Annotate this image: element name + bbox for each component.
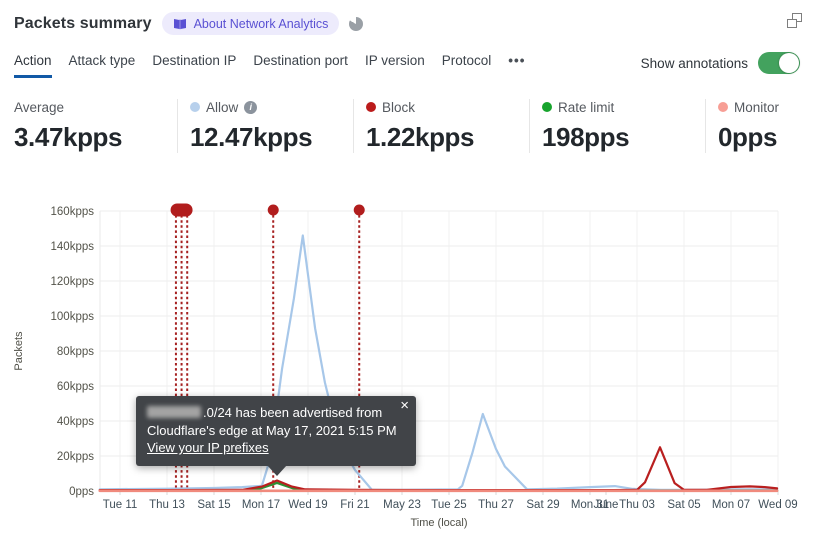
tab-destination-ip[interactable]: Destination IP [152, 53, 236, 78]
tabs-more-icon[interactable]: ••• [508, 53, 525, 78]
packets-chart[interactable]: 0pps 20kpps 40kpps 60kpps 80kpps 100kpps 120kp… [0, 190, 816, 545]
stat-monitor: Monitor 0pps [705, 99, 816, 153]
annotation-marker-pill[interactable] [170, 203, 193, 217]
x-tick-label: Tue 25 [431, 499, 466, 511]
stat-label-row: Average [14, 99, 165, 115]
show-annotations-toggle[interactable] [758, 52, 800, 74]
show-annotations-label: Show annotations [640, 55, 748, 71]
stat-block: Block 1.22kpps [353, 99, 529, 153]
legend-dot-icon [366, 102, 376, 112]
dimension-tabs: Action Attack type Destination IP Destinati… [14, 53, 525, 78]
annotation-marker-dot[interactable] [353, 204, 365, 216]
y-tick-label: 0pps [69, 486, 94, 498]
stat-label-row: Block [366, 99, 517, 115]
stat-value: 12.47kpps [190, 122, 313, 152]
tooltip-line1: .0/24 has been advertised from [147, 404, 404, 422]
stat-value: 3.47kpps [14, 122, 123, 152]
x-tick-label: Mon 07 [712, 499, 750, 511]
stat-allow: Allow i 12.47kpps [177, 99, 353, 153]
annotation-tooltip: × .0/24 has been advertised from Cloudfl… [136, 396, 416, 476]
about-network-analytics-badge[interactable]: About Network Analytics [161, 12, 340, 35]
stat-value: 198pps [542, 122, 630, 152]
stat-average: Average 3.47kpps [14, 99, 177, 153]
stat-label-row: Rate limit [542, 99, 693, 115]
y-tick-label: 60kpps [57, 381, 94, 393]
y-tick-label: 20kpps [57, 451, 94, 463]
badge-label: About Network Analytics [193, 16, 329, 31]
view-ip-prefixes-link[interactable]: View your IP prefixes [147, 440, 269, 455]
y-tick-label: 40kpps [57, 416, 94, 428]
x-tick-label: Thu 13 [149, 499, 185, 511]
tab-destination-port[interactable]: Destination port [253, 53, 348, 78]
stat-label: Allow [206, 99, 239, 115]
y-tick-label: 140kpps [51, 241, 95, 253]
tooltip-arrow [267, 464, 287, 476]
y-tick-label: 160kpps [51, 206, 95, 218]
x-tick-label: Wed 09 [758, 499, 797, 511]
stat-value: 1.22kpps [366, 122, 475, 152]
annotation-markers [170, 203, 365, 217]
x-tick-label: Fri 21 [340, 499, 369, 511]
stat-label: Monitor [734, 99, 780, 115]
stat-label: Average [14, 99, 65, 115]
network-analytics-panel: Packets summary About Network Analytics … [0, 0, 816, 545]
y-tick-label: 80kpps [57, 346, 94, 358]
tab-attack-type[interactable]: Attack type [69, 53, 136, 78]
y-tick-label: 100kpps [51, 311, 95, 323]
stats-row: Average 3.47kpps Allow i 12.47kpps Block 1.22k… [14, 99, 816, 153]
annotation-marker-dot[interactable] [267, 204, 279, 216]
y-axis-title: Packets [13, 331, 25, 371]
x-tick-label: Mon 17 [242, 499, 280, 511]
x-tick-label: Wed 19 [288, 499, 327, 511]
close-icon[interactable]: × [400, 398, 409, 413]
book-icon [173, 18, 186, 29]
legend-dot-icon [190, 102, 200, 112]
page-title: Packets summary [14, 14, 152, 32]
tab-protocol[interactable]: Protocol [442, 53, 492, 78]
legend-dot-icon [718, 102, 728, 112]
stat-value: 0pps [718, 122, 778, 152]
x-tick-label: May 23 [383, 499, 421, 511]
x-tick-label: June [594, 499, 619, 511]
x-tick-label: Tue 11 [103, 499, 138, 511]
legend-dot-icon [542, 102, 552, 112]
stat-label-row: Allow i [190, 99, 341, 115]
header: Packets summary About Network Analytics [14, 12, 364, 35]
y-tick-label: 120kpps [51, 276, 95, 288]
usage-pie-icon [349, 16, 364, 31]
info-icon[interactable]: i [244, 100, 258, 114]
stat-label: Rate limit [558, 99, 615, 115]
x-axis-title: Time (local) [410, 517, 467, 529]
stat-rate-limit: Rate limit 198pps [529, 99, 705, 153]
x-tick-label: Thu 27 [478, 499, 514, 511]
redacted-ip-prefix [147, 406, 201, 418]
x-tick-label: Sat 29 [526, 499, 559, 511]
stat-label-row: Monitor [718, 99, 816, 115]
x-tick-label: Sat 05 [667, 499, 700, 511]
show-annotations-control: Show annotations [641, 52, 800, 74]
toggle-knob [779, 53, 799, 73]
stat-label: Block [382, 99, 416, 115]
tab-action[interactable]: Action [14, 53, 52, 78]
tooltip-line2: Cloudflare's edge at May 17, 2021 5:15 P… [147, 422, 397, 438]
x-tick-label: Sat 15 [197, 499, 230, 511]
tab-ip-version[interactable]: IP version [365, 53, 425, 78]
tooltip-line3: View your IP prefixes [147, 439, 404, 457]
popout-window-icon[interactable] [787, 13, 802, 28]
x-tick-label: Thu 03 [619, 499, 655, 511]
